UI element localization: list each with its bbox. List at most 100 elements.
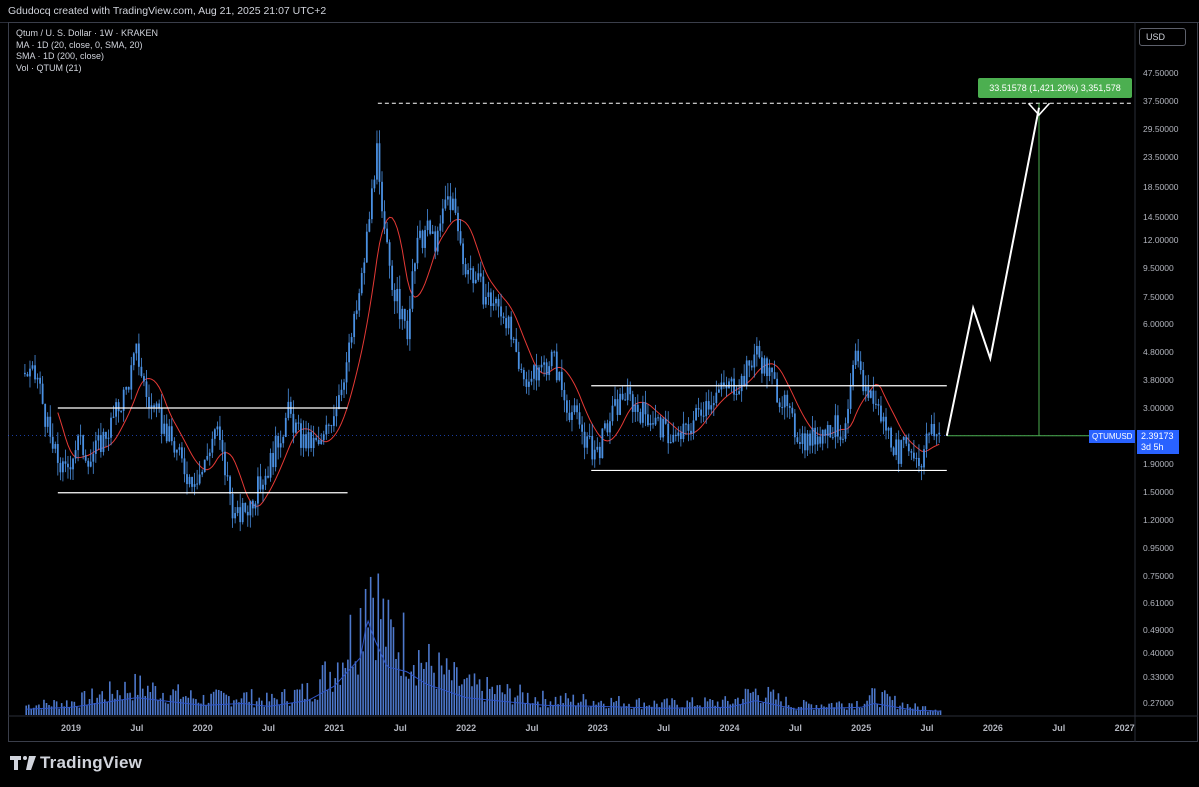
volume-bar <box>395 658 397 715</box>
candle-body <box>624 399 627 401</box>
volume-bar <box>519 684 521 715</box>
volume-bar <box>886 693 889 715</box>
volume-bar <box>742 698 744 715</box>
candle-body <box>847 408 849 424</box>
candle-body <box>601 428 604 459</box>
candle-body <box>692 420 695 434</box>
candle-body <box>170 426 173 442</box>
candle-body <box>553 351 556 353</box>
candle-body <box>555 351 558 381</box>
volume-bar <box>762 702 765 715</box>
candle-body <box>338 395 340 410</box>
volume-bar <box>453 662 456 715</box>
volume-bar <box>81 692 83 715</box>
legend-volume[interactable]: Vol · QTUM (21) <box>16 63 158 75</box>
volume-bar <box>846 709 848 715</box>
candle-body <box>816 436 819 445</box>
currency-button[interactable]: USD <box>1139 28 1186 46</box>
volume-bar <box>932 711 934 715</box>
volume-bar <box>471 686 473 715</box>
volume-bar <box>919 710 922 715</box>
candle-body <box>24 372 26 375</box>
candle-body <box>36 377 39 380</box>
volume-bar <box>177 684 179 715</box>
measure-label[interactable]: 33.51578 (1,421.20%) 3,351,578 <box>978 78 1132 98</box>
candle-body <box>168 426 171 442</box>
volume-bar <box>283 689 286 715</box>
candle-body <box>558 371 561 381</box>
volume-bar <box>706 701 709 715</box>
candle-body <box>236 507 239 514</box>
candle-body <box>239 507 242 523</box>
y-tick-label: 3.00000 <box>1143 403 1174 413</box>
volume-bar <box>927 711 929 715</box>
volume-bar <box>430 665 433 715</box>
price-chart[interactable]: 37.50000 29.50000 23.50000 18.50000 14.50000… <box>0 0 1199 787</box>
volume-bar <box>830 702 833 715</box>
candle-body <box>358 293 361 311</box>
volume-bar <box>253 707 255 715</box>
candle-body <box>550 351 553 367</box>
volume-bar <box>164 702 167 715</box>
candle-body <box>219 426 221 441</box>
volume-bar <box>359 608 362 715</box>
volume-bar <box>400 675 402 715</box>
volume-bar <box>352 666 354 715</box>
candle-body <box>545 362 548 375</box>
candle-body <box>733 378 735 395</box>
volume-bar <box>162 692 164 715</box>
volume-bar <box>154 686 157 715</box>
candle-body <box>257 476 259 504</box>
volume-bar <box>258 697 261 715</box>
candle-body <box>300 423 302 448</box>
candle-body <box>424 230 426 248</box>
volume-bar <box>734 699 737 715</box>
volume-bar <box>666 698 668 715</box>
legend-symbol[interactable]: Qtum / U. S. Dollar · 1W · KRAKEN <box>16 28 158 40</box>
legend-ma[interactable]: MA · 1D (20, close, 0, SMA, 20) <box>16 40 158 52</box>
volume-bar <box>853 709 856 715</box>
volume-bar <box>937 711 939 715</box>
candle-body <box>224 451 226 476</box>
candle-body <box>282 436 285 444</box>
x-tick-label: 2024 <box>719 723 739 733</box>
candle-body <box>474 279 477 284</box>
candle-body <box>79 435 82 437</box>
candle-body <box>484 297 487 305</box>
volume-bar <box>235 699 238 715</box>
volume-bar <box>392 627 395 715</box>
candle-body <box>254 503 257 509</box>
candle-body <box>631 394 634 412</box>
volume-bar <box>552 704 554 715</box>
volume-bar <box>602 703 605 715</box>
volume-bar <box>83 690 86 715</box>
candle-body <box>783 394 786 408</box>
y-tick-label: 6.00000 <box>1143 319 1174 329</box>
volume-bar <box>856 700 858 715</box>
y-tick-label: 3.80000 <box>1143 375 1174 385</box>
volume-bar <box>663 699 666 715</box>
candle-body <box>39 377 42 384</box>
volume-bar <box>511 704 514 715</box>
volume-bar <box>496 685 499 715</box>
candle-body <box>700 409 703 416</box>
volume-bar <box>491 686 494 715</box>
candle-body <box>231 493 234 519</box>
candle-body <box>505 318 508 329</box>
volume-bar <box>683 708 686 715</box>
candle-body <box>662 418 665 438</box>
legend-sma[interactable]: SMA · 1D (200, close) <box>16 51 158 63</box>
volume-bar <box>152 682 154 715</box>
candle-body <box>730 378 733 382</box>
candle-body <box>672 434 675 443</box>
candle-body <box>788 406 791 408</box>
volume-bar <box>306 683 309 715</box>
volume-bar <box>613 702 615 715</box>
volume-bar <box>58 708 60 715</box>
volume-bar <box>605 708 608 715</box>
tradingview-logo[interactable]: TradingView <box>10 752 142 774</box>
candle-body <box>181 447 183 459</box>
candle-body <box>654 417 657 425</box>
volume-bar <box>402 612 405 715</box>
candle-body <box>191 476 193 487</box>
